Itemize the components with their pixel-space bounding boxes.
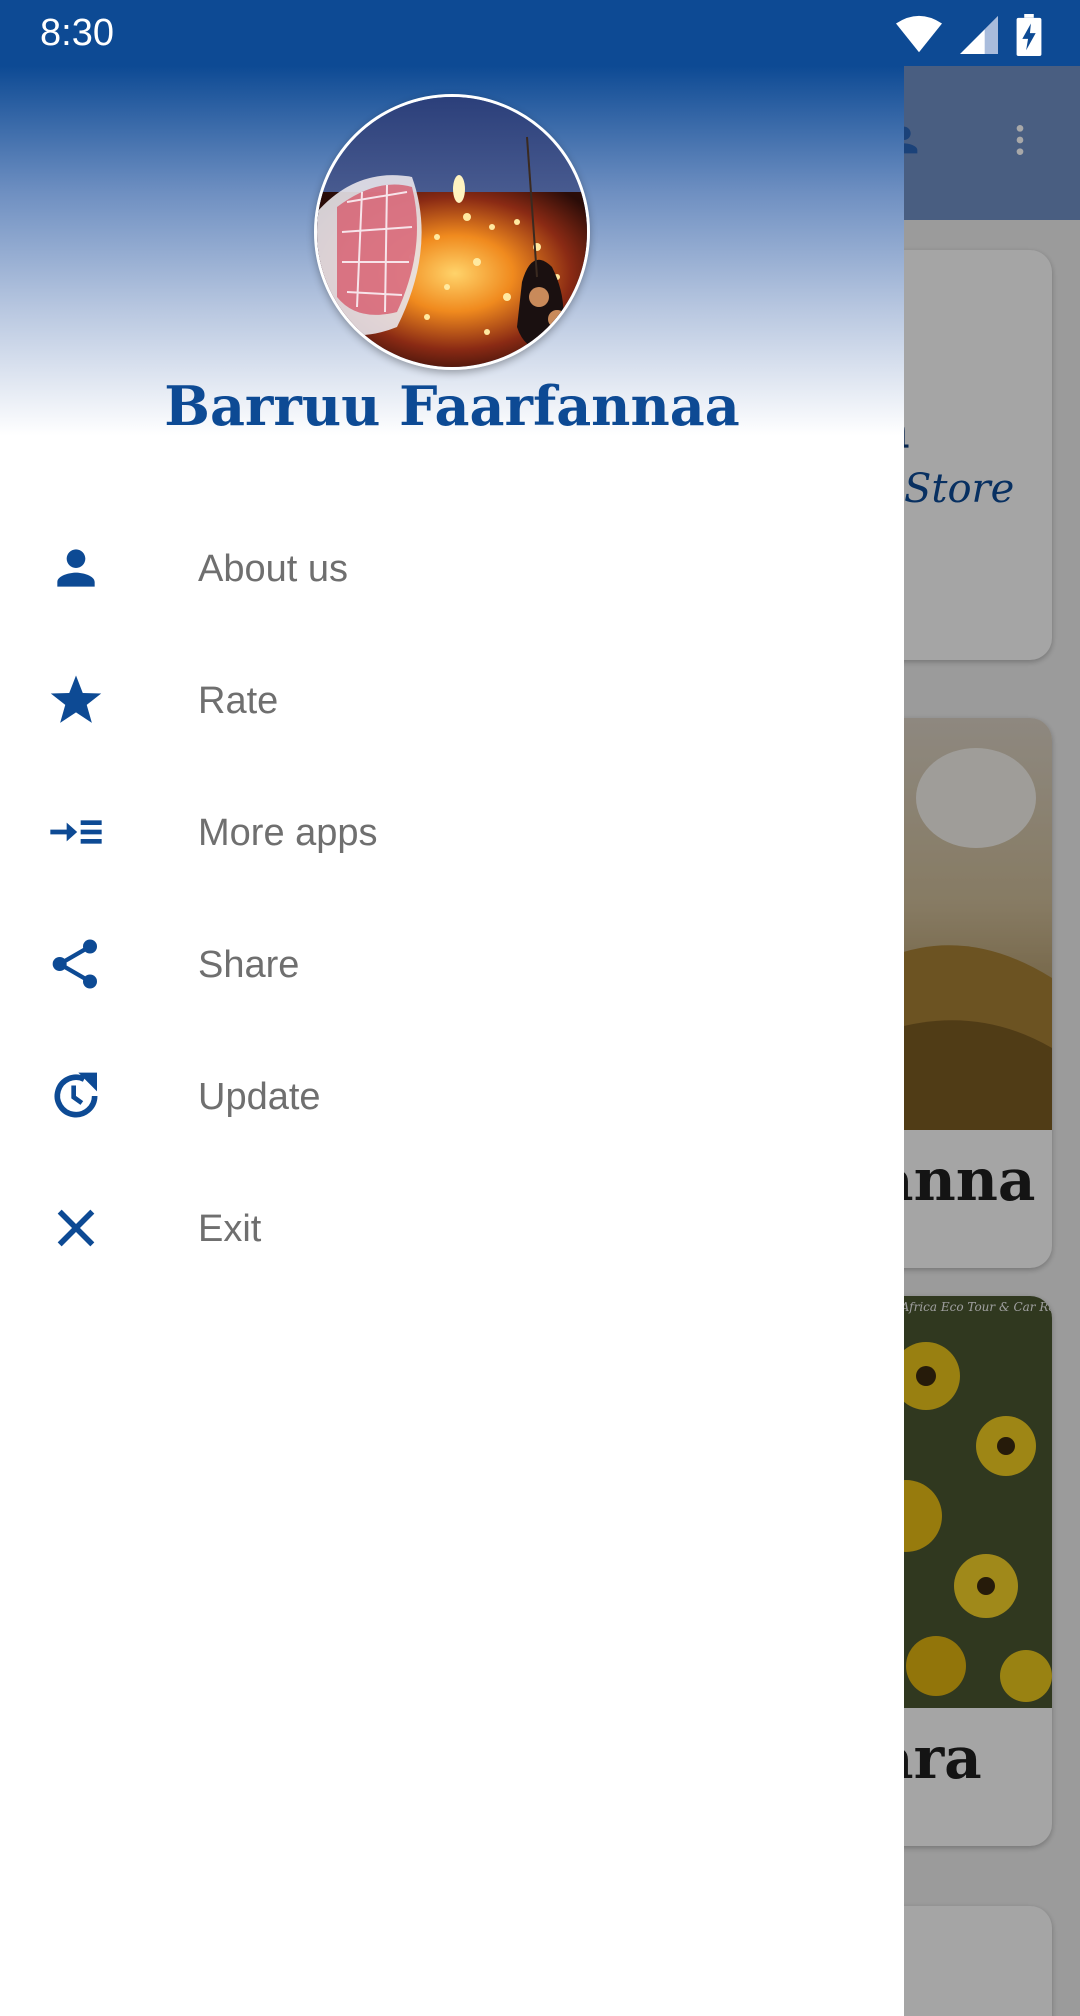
update-icon — [54, 1072, 98, 1118]
status-time: 8:30 — [40, 12, 114, 54]
close-icon — [57, 1209, 95, 1247]
app-logo-image — [317, 97, 587, 367]
menu-item-label: Exit — [198, 1208, 262, 1250]
menu-item-label: Share — [198, 944, 300, 986]
navigation-drawer: Barruu Faarfannaa About us Rate More app… — [0, 66, 904, 2016]
menu-item-more-apps[interactable]: More apps — [0, 766, 904, 898]
menu-item-update[interactable]: Update — [0, 1030, 904, 1162]
star-icon — [50, 675, 102, 723]
menu-item-label: About us — [198, 548, 348, 590]
menu-item-label: Rate — [198, 680, 279, 722]
share-icon — [52, 939, 97, 989]
menu-item-rate[interactable]: Rate — [0, 634, 904, 766]
drawer-menu: About us Rate More apps Share Update Exi… — [0, 502, 904, 1294]
battery-charging-icon — [1016, 14, 1042, 56]
menu-item-label: Update — [198, 1076, 321, 1118]
menu-item-exit[interactable]: Exit — [0, 1162, 904, 1294]
drawer-header: Barruu Faarfannaa — [0, 66, 904, 486]
more-apps-icon — [50, 820, 102, 844]
wifi-icon — [896, 15, 942, 53]
status-bar: 8:30 — [0, 0, 1080, 66]
menu-item-share[interactable]: Share — [0, 898, 904, 1030]
menu-item-label: More apps — [198, 812, 378, 854]
signal-icon — [960, 16, 998, 54]
app-name-title: Barruu Faarfannaa — [164, 374, 740, 438]
menu-item-about-us[interactable]: About us — [0, 502, 904, 634]
app-logo-avatar — [314, 94, 590, 370]
person-icon — [57, 549, 95, 587]
